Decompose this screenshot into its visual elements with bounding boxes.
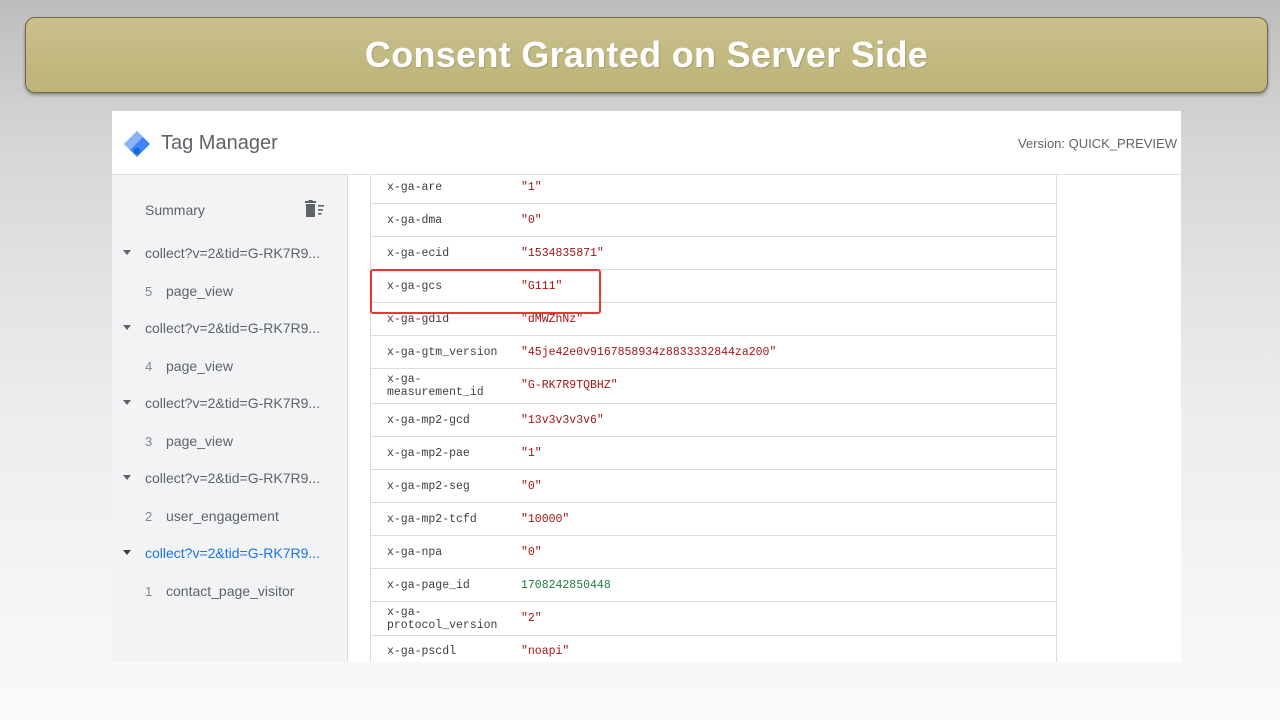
request-item[interactable]: collect?v=2&tid=G-RK7R9... bbox=[112, 238, 348, 268]
event-number: 5 bbox=[145, 284, 153, 299]
param-value: "2" bbox=[521, 612, 542, 625]
param-key: x-ga-protocol_version bbox=[387, 606, 498, 632]
event-name: page_view bbox=[166, 283, 233, 299]
param-key: x-ga-mp2-tcfd bbox=[387, 513, 477, 526]
param-key: x-ga-measurement_id bbox=[387, 373, 484, 399]
event-name: page_view bbox=[166, 433, 233, 449]
param-key: x-ga-mp2-seg bbox=[387, 480, 470, 493]
param-value: "0" bbox=[521, 214, 542, 227]
request-label: collect?v=2&tid=G-RK7R9... bbox=[145, 395, 321, 411]
table-row: x-ga-mp2-gcd "13v3v3v3v6" bbox=[371, 404, 1056, 437]
caret-down-icon[interactable] bbox=[123, 400, 131, 405]
event-item[interactable]: 4 page_view bbox=[112, 352, 348, 380]
slide-title: Consent Granted on Server Side bbox=[364, 34, 929, 75]
table-row: x-ga-measurement_id "G-RK7R9TQBHZ" bbox=[371, 369, 1056, 404]
request-item-selected[interactable]: collect?v=2&tid=G-RK7R9... bbox=[112, 538, 348, 568]
table-row: x-ga-npa "0" bbox=[371, 536, 1056, 569]
param-value: "G-RK7R9TQBHZ" bbox=[521, 379, 618, 392]
table-row: x-ga-ecid "1534835871" bbox=[371, 237, 1056, 270]
param-value: "noapi" bbox=[521, 645, 570, 658]
caret-down-icon[interactable] bbox=[123, 250, 131, 255]
param-value: "1" bbox=[521, 181, 542, 194]
table-row: x-ga-pscdl "noapi" bbox=[371, 636, 1056, 662]
event-item[interactable]: 3 page_view bbox=[112, 427, 348, 455]
table-row: x-ga-page_id 1708242850448 bbox=[371, 569, 1056, 602]
param-key: x-ga-npa bbox=[387, 546, 443, 559]
param-key: x-ga-mp2-pae bbox=[387, 447, 470, 460]
param-key: x-ga-gdid bbox=[387, 313, 450, 326]
param-value: "1534835871" bbox=[521, 247, 604, 260]
event-number: 4 bbox=[145, 359, 153, 374]
parameters-table: x-ga-are "1" x-ga-dma "0" x-ga-ecid "153… bbox=[370, 175, 1057, 662]
sidebar: Summary collect?v=2&tid=G-RK7R9... 5 pag… bbox=[112, 175, 348, 662]
param-value: "dMWZhNz" bbox=[521, 313, 584, 326]
event-item[interactable]: 1 contact_page_visitor bbox=[112, 577, 348, 605]
param-key: x-ga-ecid bbox=[387, 247, 450, 260]
param-value: "1" bbox=[521, 447, 542, 460]
table-row: x-ga-gtm_version "45je42e0v9167858934z88… bbox=[371, 336, 1056, 369]
gcs-highlight-box bbox=[370, 269, 601, 314]
request-label: collect?v=2&tid=G-RK7R9... bbox=[145, 545, 321, 561]
param-key: x-ga-are bbox=[387, 181, 443, 194]
delete-all-icon[interactable] bbox=[305, 200, 325, 218]
event-number: 1 bbox=[145, 584, 153, 599]
request-item[interactable]: collect?v=2&tid=G-RK7R9... bbox=[112, 463, 348, 493]
app-name: Tag Manager bbox=[161, 132, 278, 154]
app-header: Tag Manager Version: QUICK_PREVIEW bbox=[112, 111, 1181, 175]
param-key: x-ga-mp2-gcd bbox=[387, 414, 470, 427]
table-row: x-ga-dma "0" bbox=[371, 204, 1056, 237]
param-value: "13v3v3v3v6" bbox=[521, 414, 604, 427]
request-item[interactable]: collect?v=2&tid=G-RK7R9... bbox=[112, 313, 348, 343]
param-value: "10000" bbox=[521, 513, 570, 526]
request-item[interactable]: collect?v=2&tid=G-RK7R9... bbox=[112, 388, 348, 418]
table-row: x-ga-mp2-tcfd "10000" bbox=[371, 503, 1056, 536]
sidebar-summary[interactable]: Summary bbox=[145, 202, 205, 218]
request-label: collect?v=2&tid=G-RK7R9... bbox=[145, 470, 321, 486]
request-details-panel: x-ga-are "1" x-ga-dma "0" x-ga-ecid "153… bbox=[349, 175, 1181, 662]
event-name: contact_page_visitor bbox=[166, 583, 295, 599]
tag-manager-screenshot: Tag Manager Version: QUICK_PREVIEW Summa… bbox=[112, 111, 1181, 662]
table-row: x-ga-protocol_version "2" bbox=[371, 602, 1056, 636]
table-row: x-ga-mp2-seg "0" bbox=[371, 470, 1056, 503]
tag-manager-logo[interactable] bbox=[122, 129, 152, 159]
request-label: collect?v=2&tid=G-RK7R9... bbox=[145, 245, 321, 261]
param-key: x-ga-gtm_version bbox=[387, 346, 498, 359]
table-row: x-ga-are "1" bbox=[371, 175, 1056, 204]
event-name: user_engagement bbox=[166, 508, 279, 524]
caret-down-icon[interactable] bbox=[123, 475, 131, 480]
event-item[interactable]: 5 page_view bbox=[112, 277, 348, 305]
param-key: x-ga-pscdl bbox=[387, 645, 457, 658]
caret-down-icon[interactable] bbox=[123, 325, 131, 330]
param-value: "0" bbox=[521, 546, 542, 559]
caret-down-icon[interactable] bbox=[123, 550, 131, 555]
event-number: 2 bbox=[145, 509, 153, 524]
table-row: x-ga-mp2-pae "1" bbox=[371, 437, 1056, 470]
event-name: page_view bbox=[166, 358, 233, 374]
version-label: Version: QUICK_PREVIEW bbox=[1018, 136, 1177, 151]
slide-title-banner: Consent Granted on Server Side bbox=[25, 17, 1268, 93]
param-key: x-ga-dma bbox=[387, 214, 443, 227]
event-item[interactable]: 2 user_engagement bbox=[112, 502, 348, 530]
param-key: x-ga-page_id bbox=[387, 579, 470, 592]
event-number: 3 bbox=[145, 434, 153, 449]
request-label: collect?v=2&tid=G-RK7R9... bbox=[145, 320, 321, 336]
param-value: 1708242850448 bbox=[521, 579, 611, 592]
param-value: "45je42e0v9167858934z8833332844za200" bbox=[521, 346, 777, 359]
param-value: "0" bbox=[521, 480, 542, 493]
